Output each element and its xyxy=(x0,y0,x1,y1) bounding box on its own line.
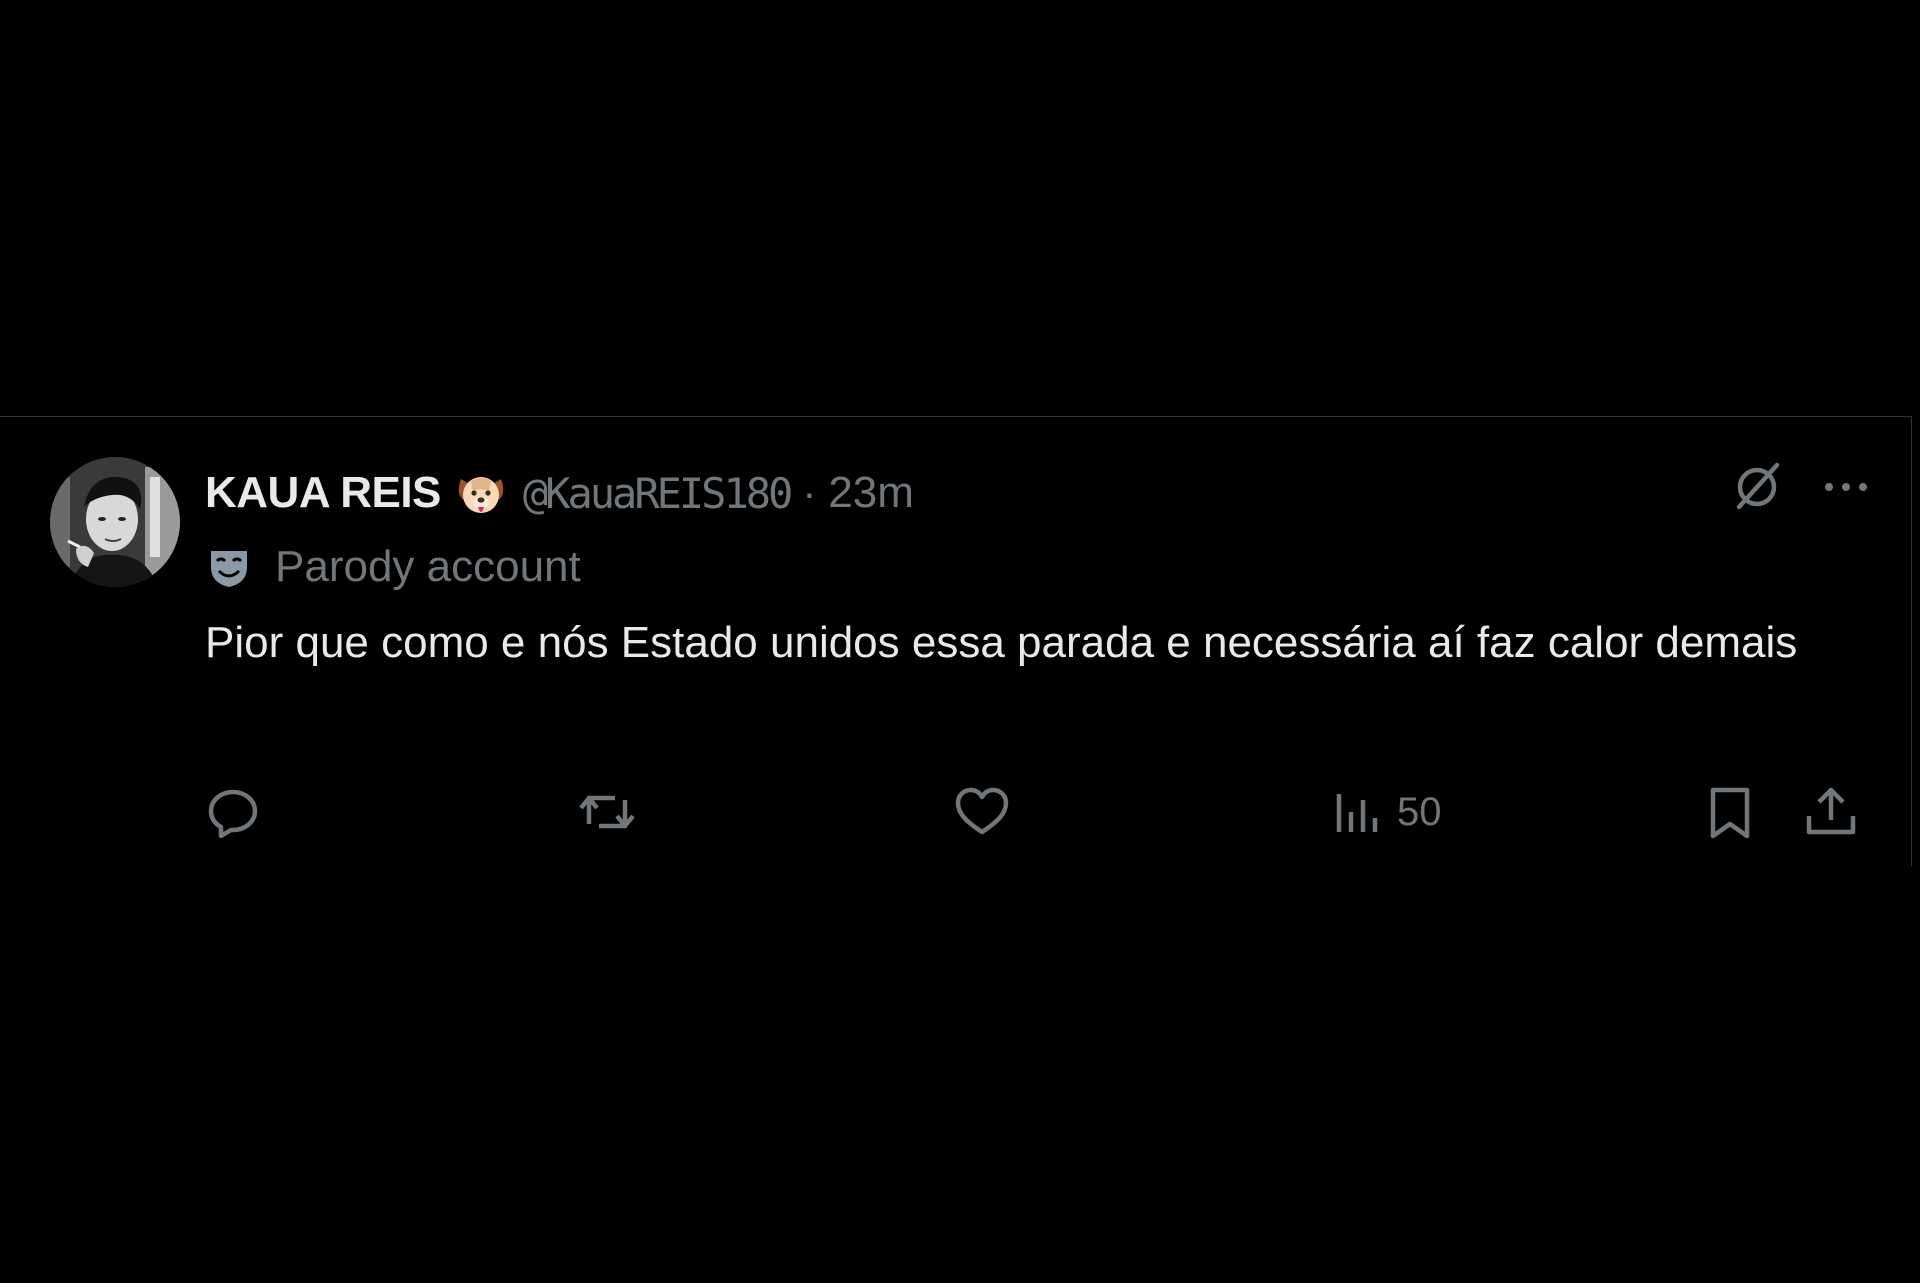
views-count: 50 xyxy=(1397,789,1442,834)
top-actions xyxy=(1727,457,1871,517)
avatar[interactable] xyxy=(50,457,180,587)
repost-button[interactable] xyxy=(575,777,653,847)
page: KAUA REIS @KauaREIS180 · 23m Parody acco… xyxy=(0,0,1920,1283)
parody-label-text: Parody account xyxy=(275,542,581,591)
like-button[interactable] xyxy=(953,777,1025,847)
action-bar: 50 xyxy=(205,777,1865,847)
dog-face-icon xyxy=(453,465,509,521)
bookmark-button[interactable] xyxy=(1705,777,1755,847)
handle[interactable]: @KauaREIS180 xyxy=(523,469,793,518)
timestamp[interactable]: 23m xyxy=(828,468,914,518)
parody-label: Parody account xyxy=(205,539,581,595)
more-icon[interactable] xyxy=(1821,477,1871,497)
like-icon xyxy=(955,787,1009,835)
reply-icon xyxy=(208,789,258,839)
grok-icon[interactable] xyxy=(1727,457,1787,517)
share-icon xyxy=(1806,787,1856,835)
tweet-card[interactable]: KAUA REIS @KauaREIS180 · 23m Parody acco… xyxy=(0,416,1912,866)
reply-button[interactable] xyxy=(205,777,275,847)
views-button[interactable]: 50 xyxy=(1333,777,1442,847)
share-button[interactable] xyxy=(1803,777,1859,847)
separator-dot: · xyxy=(802,469,817,516)
bookmark-icon xyxy=(1710,787,1750,839)
repost-icon xyxy=(579,795,635,829)
tweet-text: Pior que como e nós Estado unidos essa p… xyxy=(205,618,1798,667)
avatar-image xyxy=(50,457,180,587)
tweet-header: KAUA REIS @KauaREIS180 · 23m xyxy=(205,461,914,525)
display-name[interactable]: KAUA REIS xyxy=(205,468,441,518)
parody-mask-icon xyxy=(205,543,253,591)
views-icon xyxy=(1336,794,1378,832)
